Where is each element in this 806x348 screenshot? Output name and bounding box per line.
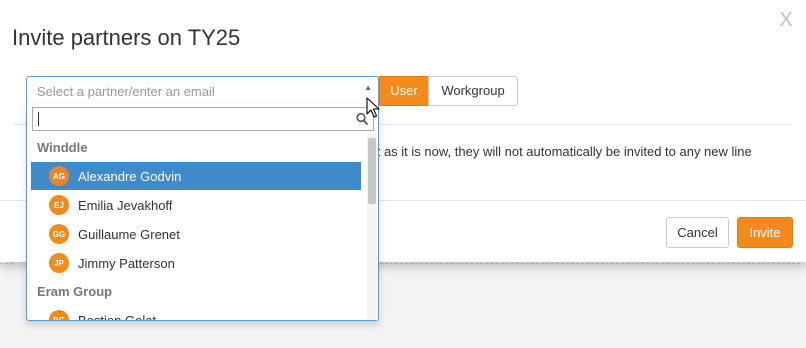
avatar: EJ (49, 195, 69, 215)
partner-list: Winddle AG Alexandre Godvin EJ Emilia Je… (27, 134, 367, 321)
partner-name: Emilia Jevakhoff (78, 197, 173, 213)
partner-select[interactable]: Select a partner/enter an email ▲ (26, 76, 379, 106)
close-icon[interactable]: X (777, 9, 795, 31)
group-label-eram-group: Eram Group (37, 284, 113, 299)
partner-name: Bastien Golat (78, 312, 157, 321)
workgroup-toggle-button[interactable]: Workgroup (428, 76, 518, 106)
avatar: BG (49, 310, 69, 320)
user-toggle-button[interactable]: User (379, 76, 429, 106)
partner-option-bastien-golat[interactable]: BG Bastien Golat (31, 306, 361, 321)
partner-name: Guillaume Grenet (78, 226, 180, 242)
partner-option-emilia-jevakhoff[interactable]: EJ Emilia Jevakhoff (31, 191, 361, 219)
info-text: ect as it is now, they will not automati… (363, 144, 752, 159)
partner-name: Alexandre Godvin (78, 168, 182, 184)
background-divider (0, 263, 14, 267)
partner-option-alexandre-godvin[interactable]: AG Alexandre Godvin (31, 162, 361, 190)
caret-up-icon: ▲ (364, 83, 372, 92)
avatar: JP (49, 253, 69, 273)
partner-name: Jimmy Patterson (78, 255, 175, 271)
group-label-winddle: Winddle (37, 140, 88, 155)
partner-select-placeholder: Select a partner/enter an email (37, 84, 215, 99)
partner-option-guillaume-grenet[interactable]: GG Guillaume Grenet (31, 220, 361, 248)
scrollbar-thumb[interactable] (368, 138, 376, 204)
dialog-title: Invite partners on TY25 (12, 25, 241, 50)
avatar: GG (49, 224, 69, 244)
avatar: AG (49, 166, 69, 186)
mouse-pointer-icon (366, 97, 380, 118)
text-caret (38, 112, 39, 126)
background-divider (380, 263, 800, 267)
partner-option-jimmy-patterson[interactable]: JP Jimmy Patterson (31, 249, 361, 277)
dropdown-scrollbar[interactable] (367, 134, 378, 320)
cancel-button[interactable]: Cancel (666, 217, 729, 248)
partner-dropdown: Winddle AG Alexandre Godvin EJ Emilia Je… (26, 104, 379, 321)
partner-search-input[interactable] (32, 107, 374, 131)
invite-button[interactable]: Invite (737, 217, 793, 248)
